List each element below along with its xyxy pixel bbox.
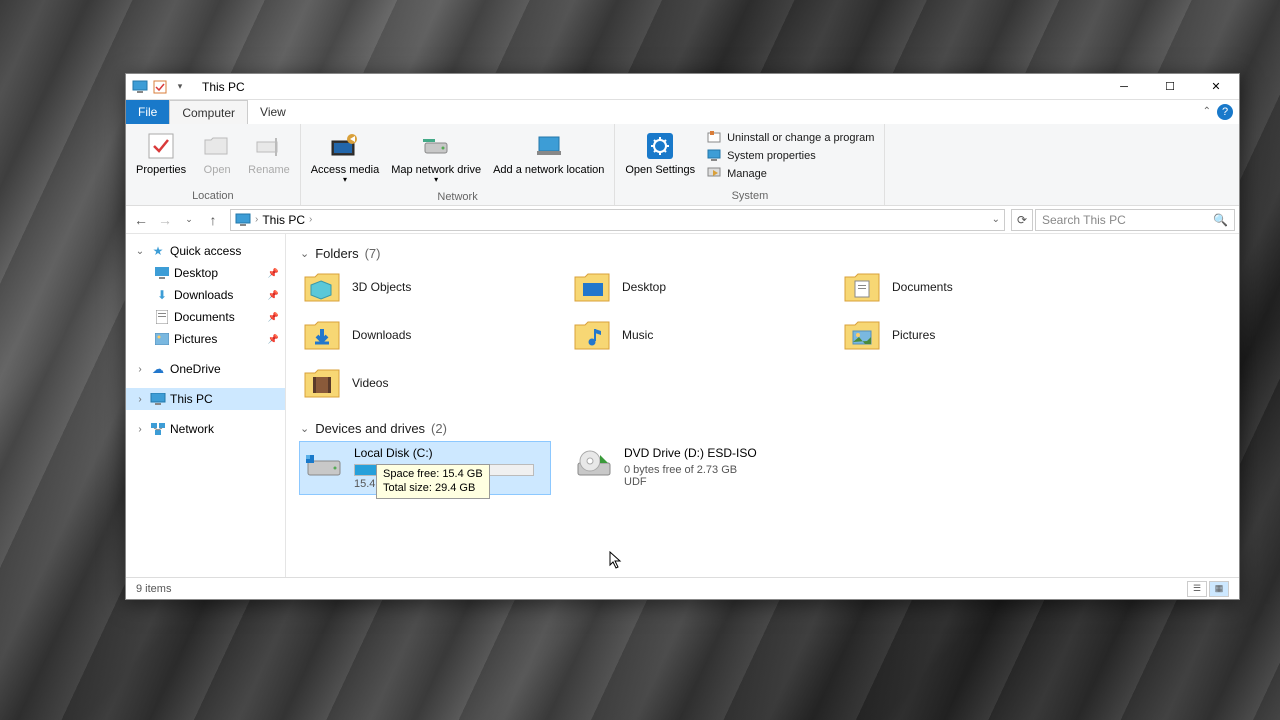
media-icon — [329, 130, 361, 162]
folder-icon — [572, 269, 612, 305]
drive-c[interactable]: Local Disk (C:) 15.4 Space free: 15.4 GB… — [300, 442, 550, 494]
drive-icon — [420, 130, 452, 162]
ribbon: Properties Open Rename Location Access m… — [126, 124, 1239, 206]
recent-dropdown[interactable]: ⌄ — [178, 209, 200, 231]
folder-icon — [302, 365, 342, 401]
window-title: This PC — [202, 80, 245, 94]
sidebar-pictures[interactable]: Pictures📌 — [126, 328, 285, 350]
tiles-view-button[interactable]: ▦ — [1209, 581, 1229, 597]
access-media-button[interactable]: Access media▾ — [305, 126, 385, 189]
rename-button[interactable]: Rename — [242, 126, 296, 188]
drive-tooltip: Space free: 15.4 GB Total size: 29.4 GB — [376, 464, 490, 499]
desktop-icon — [154, 265, 170, 281]
quickaccess-properties-icon[interactable] — [152, 79, 168, 95]
pin-icon: 📌 — [268, 290, 279, 301]
navbar: ← → ⌄ ↑ ›This PC› ⌄ ⟳ Search This PC 🔍 — [126, 206, 1239, 234]
back-button[interactable]: ← — [130, 209, 152, 231]
manage-button[interactable]: Manage — [707, 166, 874, 182]
uninstall-button[interactable]: Uninstall or change a program — [707, 130, 874, 146]
network-loc-icon — [533, 130, 565, 162]
folders-section-header[interactable]: ⌄ Folders (7) — [300, 246, 1225, 261]
pictures-icon — [154, 331, 170, 347]
downloads-icon: ⬇ — [154, 287, 170, 303]
folder-icon — [302, 269, 342, 305]
properties-button[interactable]: Properties — [130, 126, 192, 188]
sidebar-network[interactable]: ›Network — [126, 418, 285, 440]
folder-documents[interactable]: Documents — [840, 267, 1090, 307]
address-dropdown-icon[interactable]: ⌄ — [992, 214, 1000, 225]
pc-icon — [132, 79, 148, 95]
pin-icon: 📌 — [268, 268, 279, 279]
sys-props-button[interactable]: System properties — [707, 148, 874, 164]
folder-pictures[interactable]: Pictures — [840, 315, 1090, 355]
tab-computer[interactable]: Computer — [169, 100, 248, 124]
pc-icon — [150, 391, 166, 407]
close-button[interactable]: ✕ — [1193, 74, 1239, 100]
collapse-ribbon-icon[interactable]: ⌃ — [1203, 106, 1211, 117]
uninstall-icon — [707, 130, 723, 146]
group-location-label: Location — [126, 188, 300, 205]
documents-icon — [154, 309, 170, 325]
pin-icon: 📌 — [268, 312, 279, 323]
folder-3d-objects[interactable]: 3D Objects — [300, 267, 550, 307]
network-icon — [150, 421, 166, 437]
folder-icon — [842, 317, 882, 353]
minimize-button[interactable]: ─ — [1101, 74, 1147, 100]
folder-icon — [572, 317, 612, 353]
search-input[interactable]: Search This PC 🔍 — [1035, 209, 1235, 231]
content-area[interactable]: ⌄ Folders (7) 3D Objects Desktop Documen… — [286, 234, 1239, 577]
search-icon: 🔍 — [1213, 213, 1228, 227]
details-view-button[interactable]: ☰ — [1187, 581, 1207, 597]
refresh-button[interactable]: ⟳ — [1011, 209, 1033, 231]
sidebar-onedrive[interactable]: ›☁OneDrive — [126, 358, 285, 380]
drives-section-header[interactable]: ⌄ Devices and drives (2) — [300, 421, 1225, 436]
ribbon-tabs: File Computer View ⌃ ? — [126, 100, 1239, 124]
addressbar[interactable]: ›This PC› ⌄ — [230, 209, 1005, 231]
manage-icon — [707, 166, 723, 182]
sidebar-this-pc[interactable]: ›This PC — [126, 388, 285, 410]
pc-icon — [235, 213, 251, 227]
quickaccess-dropdown-icon[interactable]: ▾ — [172, 79, 188, 95]
titlebar: ▾ This PC ─ ☐ ✕ — [126, 74, 1239, 100]
maximize-button[interactable]: ☐ — [1147, 74, 1193, 100]
folder-music[interactable]: Music — [570, 315, 820, 355]
tab-file[interactable]: File — [126, 100, 169, 124]
dvd-icon — [574, 446, 614, 482]
folder-downloads[interactable]: Downloads — [300, 315, 550, 355]
chevron-down-icon: ⌄ — [300, 247, 309, 260]
sidebar: ⌄★Quick access Desktop📌 ⬇Downloads📌 Docu… — [126, 234, 286, 577]
drive-d[interactable]: DVD Drive (D:) ESD-ISO 0 bytes free of 2… — [570, 442, 820, 494]
folder-icon — [842, 269, 882, 305]
rename-icon — [253, 130, 285, 162]
sidebar-desktop[interactable]: Desktop📌 — [126, 262, 285, 284]
star-icon: ★ — [150, 243, 166, 259]
pin-icon: 📌 — [268, 334, 279, 345]
open-icon — [201, 130, 233, 162]
chevron-down-icon: ⌄ — [300, 422, 309, 435]
sidebar-downloads[interactable]: ⬇Downloads📌 — [126, 284, 285, 306]
sidebar-documents[interactable]: Documents📌 — [126, 306, 285, 328]
group-system-label: System — [615, 188, 884, 205]
up-button[interactable]: ↑ — [202, 209, 224, 231]
tab-view[interactable]: View — [248, 100, 298, 124]
folder-desktop[interactable]: Desktop — [570, 267, 820, 307]
folder-videos[interactable]: Videos — [300, 363, 550, 403]
open-button[interactable]: Open — [192, 126, 242, 188]
cloud-icon: ☁ — [150, 361, 166, 377]
settings-icon — [644, 130, 676, 162]
sysprops-icon — [707, 148, 723, 164]
item-count: 9 items — [136, 583, 171, 595]
forward-button[interactable]: → — [154, 209, 176, 231]
map-drive-button[interactable]: Map network drive▾ — [385, 126, 487, 189]
sidebar-quick-access[interactable]: ⌄★Quick access — [126, 240, 285, 262]
hdd-icon — [304, 446, 344, 482]
help-icon[interactable]: ? — [1217, 104, 1233, 120]
open-settings-button[interactable]: Open Settings — [619, 126, 701, 188]
statusbar: 9 items ☰ ▦ — [126, 577, 1239, 599]
group-network-label: Network — [301, 189, 615, 206]
explorer-window: ▾ This PC ─ ☐ ✕ File Computer View ⌃ ? P… — [125, 73, 1240, 600]
properties-icon — [145, 130, 177, 162]
folder-icon — [302, 317, 342, 353]
add-location-button[interactable]: Add a network location — [487, 126, 610, 189]
